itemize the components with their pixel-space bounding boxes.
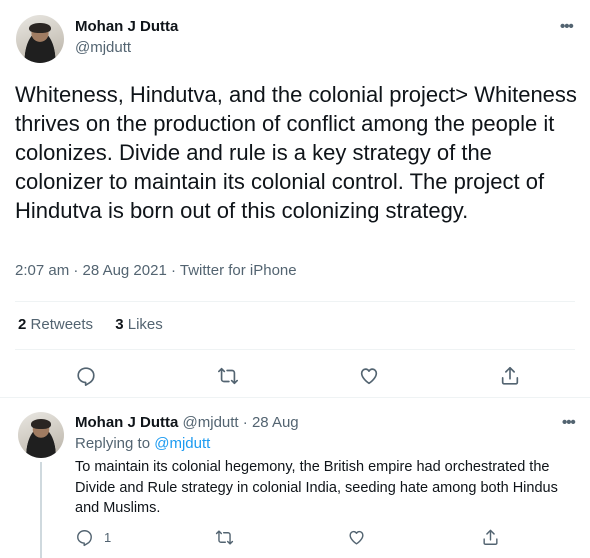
meta-separator: · — [73, 262, 79, 279]
share-icon — [483, 529, 498, 545]
meta-separator: · — [170, 262, 176, 279]
author-name[interactable]: Mohan J Dutta — [75, 18, 178, 35]
tweet-text: Whiteness, Hindutva, and the colonial pr… — [15, 82, 577, 223]
more-options-icon[interactable]: ••• — [560, 18, 574, 35]
reply-date[interactable]: 28 Aug — [252, 414, 299, 431]
tweet-meta: 2:07 am · 28 Aug 2021 · Twitter for iPho… — [15, 262, 297, 279]
likes-count: 3 — [115, 316, 124, 333]
reply-icon — [77, 367, 95, 386]
reply-text: To maintain its colonial hegemony, the B… — [75, 459, 558, 516]
like-icon — [349, 530, 364, 545]
replying-to: Replying to @mjdutt — [75, 435, 210, 452]
like-icon — [360, 368, 378, 385]
likes-label: Likes — [127, 316, 163, 333]
engagement-stats: 2 Retweets 3 Likes — [18, 316, 181, 333]
tweet-source[interactable]: Twitter for iPhone — [180, 262, 297, 279]
divider — [15, 301, 575, 302]
retweet-icon — [218, 367, 238, 385]
share-button[interactable] — [499, 365, 521, 387]
replying-to-handle[interactable]: @mjdutt — [154, 435, 210, 452]
reply-header: Mohan J Dutta @mjdutt · 28 Aug — [75, 414, 299, 431]
retweet-button[interactable] — [215, 528, 234, 547]
retweet-icon — [215, 530, 234, 545]
reply-count: 1 — [104, 530, 112, 545]
main-tweet: Mohan J Dutta @mjdutt ••• Whiteness, Hin… — [0, 0, 590, 397]
retweets-stat[interactable]: 2 Retweets — [18, 316, 93, 333]
replying-to-label: Replying to — [75, 435, 151, 452]
author-handle[interactable]: @mjdutt — [183, 414, 239, 431]
thread-line — [40, 462, 42, 558]
reply-button[interactable] — [75, 365, 97, 387]
tweet-time[interactable]: 2:07 am — [15, 262, 69, 279]
share-icon — [501, 366, 519, 385]
avatar[interactable] — [16, 15, 64, 63]
share-button[interactable] — [481, 528, 500, 547]
divider — [15, 349, 575, 350]
reply-button[interactable]: 1 — [75, 528, 111, 547]
header-separator: · — [242, 414, 248, 431]
reply-tweet[interactable]: Mohan J Dutta @mjdutt · 28 Aug ••• Reply… — [0, 398, 590, 558]
retweet-button[interactable] — [217, 365, 239, 387]
more-options-icon[interactable]: ••• — [562, 414, 576, 431]
retweets-count: 2 — [18, 316, 27, 333]
likes-stat[interactable]: 3 Likes — [115, 316, 163, 333]
author-name[interactable]: Mohan J Dutta — [75, 414, 178, 431]
reply-icon — [77, 530, 92, 547]
tweet-date[interactable]: 28 Aug 2021 — [83, 262, 167, 279]
avatar[interactable] — [18, 412, 64, 458]
author-handle[interactable]: @mjdutt — [75, 39, 131, 56]
retweets-label: Retweets — [30, 316, 94, 333]
like-button[interactable] — [358, 365, 380, 387]
like-button[interactable] — [347, 528, 366, 547]
